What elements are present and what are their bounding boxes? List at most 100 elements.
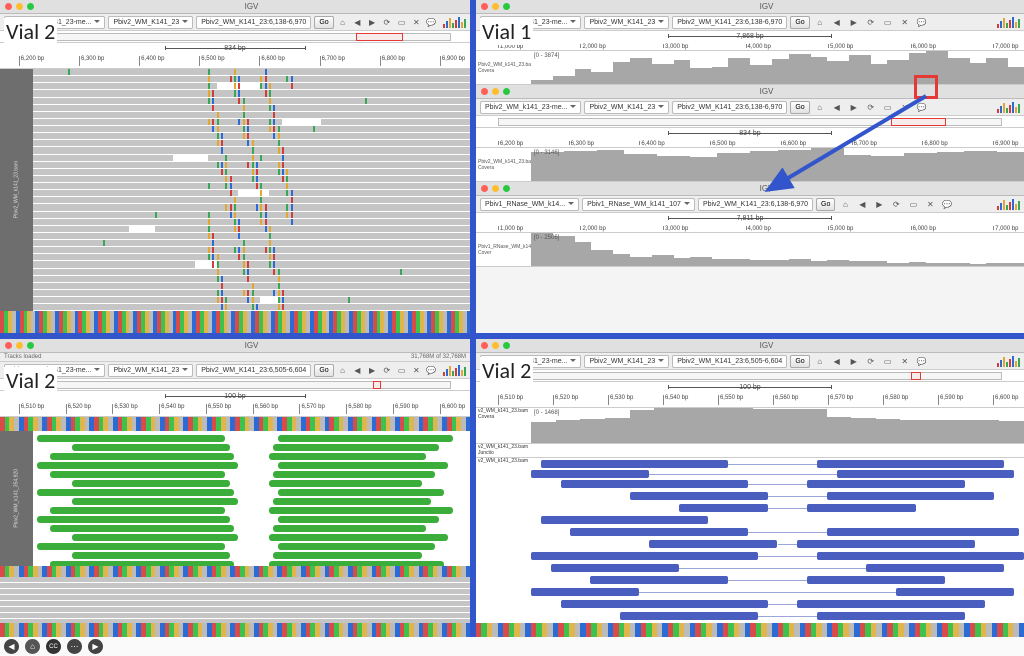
coverage-track-name[interactable]: Pbiv2_WM_k141_23.bam Covera <box>476 51 531 84</box>
genome-ruler[interactable]: 834 bp 6,200 bp6,300 bp6,400 bp6,500 bp6… <box>0 43 470 69</box>
minimize-icon[interactable] <box>16 3 23 10</box>
prev-page-icon[interactable]: ◀ <box>4 639 19 654</box>
region-icon[interactable]: ▭ <box>881 355 895 368</box>
locus-input[interactable]: Pbiv2_WM_K141_23:6,505-6,604 <box>196 364 311 377</box>
coverage-track[interactable] <box>531 51 1024 84</box>
coverage-range: [0 - 3874] <box>534 53 559 59</box>
home-icon[interactable]: ⌂ <box>813 16 827 29</box>
back-icon[interactable]: ◀ <box>830 355 844 368</box>
more-icon[interactable]: ⋯ <box>67 639 82 654</box>
zoom-icon[interactable] <box>503 185 510 192</box>
zoom-icon[interactable] <box>27 3 34 10</box>
minimize-icon[interactable] <box>492 3 499 10</box>
close-icon[interactable] <box>481 3 488 10</box>
close-icon[interactable] <box>481 88 488 95</box>
region-icon[interactable]: ▭ <box>881 16 895 29</box>
zoom-icon[interactable] <box>27 342 34 349</box>
genome-dropdown[interactable]: Pbiv1_RNase_WM_k14... <box>480 198 579 211</box>
home-icon[interactable]: ⌂ <box>337 364 349 377</box>
chrom-dropdown[interactable]: Pbiv2_WM_K141_23 <box>584 101 669 114</box>
minimize-icon[interactable] <box>16 342 23 349</box>
locus-input[interactable]: Pbiv2_WM_K141_23:6,505-6,604 <box>672 355 787 368</box>
ideogram[interactable] <box>0 31 470 43</box>
region-icon[interactable]: ▭ <box>396 16 408 29</box>
coverage-track[interactable] <box>531 233 1024 266</box>
genome-ruler[interactable]: 7,868 bp1,000 bp2,000 bp3,000 bp4,000 bp… <box>476 31 1024 51</box>
ideogram-viewbox[interactable] <box>911 372 921 380</box>
alignment-track-blue[interactable] <box>531 458 1024 623</box>
ideogram[interactable] <box>476 370 1024 382</box>
refresh-icon[interactable]: ⟳ <box>864 16 878 29</box>
genome-ruler[interactable]: 834 bp6,200 bp6,300 bp6,400 bp6,500 bp6,… <box>476 128 1024 148</box>
close-icon[interactable] <box>481 185 488 192</box>
close-icon[interactable] <box>5 342 12 349</box>
note-icon[interactable]: 💬 <box>940 198 954 211</box>
coverage-track-name[interactable]: Pbiv1_RNase_WM_k141_107.bam Cover <box>476 233 531 266</box>
zoom-icon[interactable] <box>503 342 510 349</box>
next-page-icon[interactable]: ▶ <box>88 639 103 654</box>
close-panel-icon[interactable]: ✕ <box>898 16 912 29</box>
go-button[interactable]: Go <box>314 364 333 377</box>
home-icon[interactable]: ⌂ <box>337 16 349 29</box>
genome-ruler[interactable]: 100 bp 6,510 bp6,520 bp6,530 bp6,540 bp6… <box>476 382 1024 408</box>
close-icon[interactable] <box>5 3 12 10</box>
junction-track-name[interactable]: v2_WM_k141_23.bam Junctio <box>476 444 531 457</box>
allele-freq-icon <box>443 17 466 28</box>
coverage-track-name[interactable]: v2_WM_k141_23.bam Covera <box>476 408 531 443</box>
junction-track[interactable] <box>531 444 1024 457</box>
aln-track-name[interactable]: v2_WM_k141_23.bam <box>476 458 531 623</box>
chrom-dropdown[interactable]: Pbiv2_WM_K141_23 <box>108 16 193 29</box>
region-icon[interactable]: ▭ <box>396 364 408 377</box>
close-panel-icon[interactable]: ✕ <box>411 16 423 29</box>
home-page-icon[interactable]: ⌂ <box>25 639 40 654</box>
note-icon[interactable]: 💬 <box>915 16 929 29</box>
allele-freq-icon <box>443 365 466 376</box>
genome-ruler[interactable]: 100 bp 6,510 bp6,520 bp6,530 bp6,540 bp6… <box>0 391 470 417</box>
minimize-icon[interactable] <box>492 88 499 95</box>
ideogram[interactable] <box>476 116 1024 128</box>
ideogram-viewbox[interactable] <box>373 381 382 389</box>
coverage-track-name[interactable]: Pbiv2_WM_k141_23.bam Covera <box>476 148 531 181</box>
chrom-dropdown[interactable]: Pbiv2_WM_K141_23 <box>584 355 669 368</box>
cc-icon[interactable]: CC <box>46 639 61 654</box>
genome-dropdown[interactable]: Pbiv2_WM_k141_23-me... <box>480 101 581 114</box>
fwd-icon[interactable]: ▶ <box>847 16 861 29</box>
fwd-icon[interactable]: ▶ <box>366 364 378 377</box>
refresh-icon[interactable]: ⟳ <box>864 355 878 368</box>
track-name[interactable]: Pbiv2_WM_k141_23.bam <box>0 69 33 311</box>
alignment-track[interactable] <box>33 69 470 311</box>
chrom-dropdown[interactable]: Pbiv1_RNase_WM_k141_107 <box>582 198 695 211</box>
minimize-icon[interactable] <box>492 342 499 349</box>
zoom-icon[interactable] <box>503 3 510 10</box>
go-button[interactable]: Go <box>314 16 333 29</box>
track-name[interactable]: Pbiv2_WM_k141_354,920 <box>0 431 33 566</box>
locus-input[interactable]: Pbiv2_WM_K141_23:6,138-6,970 <box>672 16 787 29</box>
coverage-track[interactable] <box>531 408 1024 443</box>
status-left: Tracks loaded <box>4 354 41 360</box>
genome-ruler[interactable]: 7,811 bp1,000 bp2,000 bp3,000 bp4,000 bp… <box>476 213 1024 233</box>
ideogram-viewbox[interactable] <box>356 33 403 41</box>
zoom-icon[interactable] <box>503 88 510 95</box>
note-icon[interactable]: 💬 <box>425 16 437 29</box>
close-icon[interactable] <box>481 342 488 349</box>
minimize-icon[interactable] <box>492 185 499 192</box>
refresh-icon[interactable]: ⟳ <box>381 16 393 29</box>
close-panel-icon[interactable]: ✕ <box>898 355 912 368</box>
fwd-icon[interactable]: ▶ <box>847 355 861 368</box>
locus-input[interactable]: Pbiv2_WM_K141_23:6,138-6,970 <box>196 16 311 29</box>
back-icon[interactable]: ◀ <box>351 364 363 377</box>
fwd-icon[interactable]: ▶ <box>366 16 378 29</box>
home-icon[interactable]: ⌂ <box>813 355 827 368</box>
note-icon[interactable]: 💬 <box>915 355 929 368</box>
go-button[interactable]: Go <box>790 16 809 29</box>
note-icon[interactable]: 💬 <box>425 364 437 377</box>
back-icon[interactable]: ◀ <box>351 16 363 29</box>
alignment-track-green[interactable] <box>33 431 470 566</box>
back-icon[interactable]: ◀ <box>830 16 844 29</box>
close-panel-icon[interactable]: ✕ <box>411 364 423 377</box>
refresh-icon[interactable]: ⟳ <box>381 364 393 377</box>
go-button[interactable]: Go <box>790 355 809 368</box>
chrom-dropdown[interactable]: Pbiv2_WM_K141_23 <box>584 16 669 29</box>
chrom-dropdown[interactable]: Pbiv2_WM_K141_23 <box>108 364 193 377</box>
ideogram[interactable] <box>0 379 470 391</box>
